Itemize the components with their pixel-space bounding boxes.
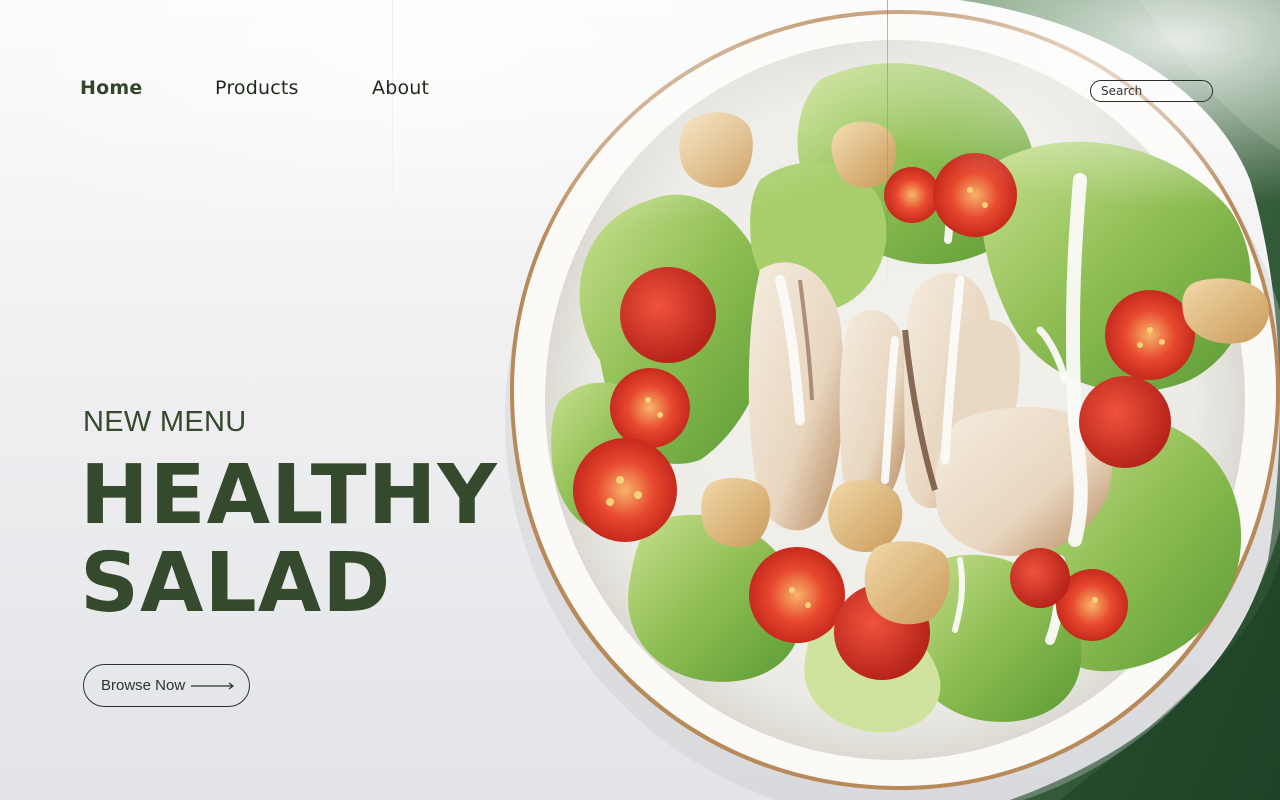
- nav-item-about[interactable]: About: [372, 77, 429, 99]
- search-box[interactable]: [1090, 80, 1213, 102]
- headline-line-1: HEALTHY: [80, 448, 498, 543]
- browse-now-button[interactable]: Browse Now: [83, 664, 250, 707]
- eyebrow-text: NEW MENU: [83, 406, 247, 438]
- landing-page: Home Products About NEW MENU HEALTHY SAL…: [0, 0, 1280, 800]
- long-arrow-right-icon: [191, 682, 234, 690]
- decorative-line: [887, 0, 888, 300]
- decorative-line: [392, 0, 393, 260]
- nav-item-home[interactable]: Home: [80, 77, 142, 99]
- search-input[interactable]: [1101, 82, 1205, 100]
- headline-line-2: SALAD: [80, 536, 392, 631]
- hero-headline: HEALTHY SALAD: [80, 452, 498, 628]
- nav-item-products[interactable]: Products: [215, 77, 299, 99]
- browse-now-label: Browse Now: [101, 677, 186, 694]
